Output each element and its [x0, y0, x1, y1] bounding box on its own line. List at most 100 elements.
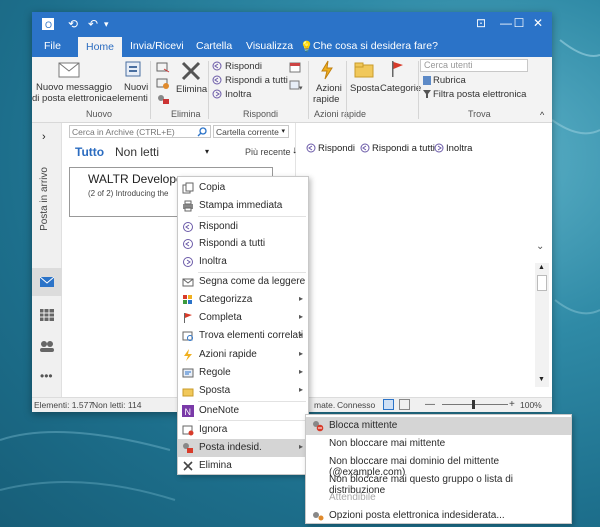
scroll-up-icon[interactable]: ▲	[538, 264, 545, 271]
sync-icon[interactable]: ⟲	[68, 17, 78, 31]
filter-all-tab[interactable]: Tutto	[75, 145, 104, 159]
new-email-icon	[58, 62, 80, 81]
menu-item-azioni-rapide[interactable]: Azioni rapide ▸	[178, 346, 308, 364]
forward-button[interactable]: Inoltra	[225, 89, 251, 100]
menu-item-ignora[interactable]: Ignora	[178, 421, 308, 439]
quick-steps-button[interactable]: Azioni	[316, 83, 342, 94]
tab-invia-ricevi[interactable]: Invia/Ricevi	[130, 40, 184, 52]
menu-item-copia[interactable]: Copia	[178, 179, 308, 197]
menu-item-completa[interactable]: Completa ▸	[178, 309, 308, 327]
forward-icon	[434, 143, 444, 153]
collapse-ribbon-icon[interactable]: ^	[540, 110, 544, 120]
folder-label-inbox[interactable]: Posta in arrivo	[39, 167, 50, 231]
search-box[interactable]	[69, 125, 211, 138]
menu-item-trova-correlati[interactable]: Trova elementi correlati ▸	[178, 327, 308, 345]
delete-button[interactable]: Elimina	[176, 84, 207, 95]
menu-item-regole[interactable]: Regole ▸	[178, 364, 308, 382]
ignore-icon[interactable]	[156, 61, 170, 76]
mail-nav-item[interactable]	[32, 268, 62, 296]
submenu-item-label: Attendibile	[329, 492, 376, 503]
submenu-item-label: Opzioni posta elettronica indesiderata..…	[329, 510, 505, 521]
reading-reply-button[interactable]: Rispondi	[318, 143, 355, 154]
filter-unread-tab[interactable]: Non letti	[115, 145, 159, 159]
submenu-item-blocca-mittente[interactable]: Blocca mittente	[306, 417, 571, 435]
scrollbar[interactable]: ▲ ▼	[535, 263, 549, 387]
junk-submenu: Blocca mittente Non bloccare mai mittent…	[305, 414, 572, 524]
menu-item-stampa[interactable]: Stampa immediata	[178, 197, 308, 215]
maximize-button[interactable]: ☐	[510, 16, 528, 30]
flag-icon	[182, 312, 194, 324]
menu-item-segna-da-leggere[interactable]: Segna come da leggere	[178, 273, 308, 291]
submenu-item-label: Non bloccare mai mittente	[329, 438, 446, 449]
expand-folder-pane-icon[interactable]: ›	[42, 131, 46, 143]
menu-item-rispondi-tutti[interactable]: Rispondi a tutti	[178, 235, 308, 253]
quick-steps-button-line2[interactable]: rapide	[313, 94, 339, 105]
new-items-icon	[124, 60, 142, 81]
zoom-out-icon[interactable]: —	[425, 399, 435, 410]
submenu-arrow-icon: ▸	[298, 367, 303, 376]
search-people-box[interactable]: Cerca utenti	[420, 59, 528, 72]
more-apps-icon[interactable]: •••	[40, 369, 53, 383]
reading-reply-all-button[interactable]: Rispondi a tutti	[372, 143, 435, 154]
menu-item-posta-indesiderata[interactable]: Posta indesid. ▸	[178, 439, 308, 457]
scrollbar-thumb[interactable]	[537, 275, 547, 291]
tab-cartella[interactable]: Cartella	[196, 40, 232, 52]
calendar-icon[interactable]	[40, 309, 54, 321]
menu-item-rispondi[interactable]: Rispondi	[178, 218, 308, 236]
search-icon[interactable]	[197, 127, 207, 137]
reply-button[interactable]: Rispondi	[225, 61, 262, 72]
connection-status: Connesso	[337, 400, 376, 410]
categories-button[interactable]: Categorie	[380, 83, 421, 94]
menu-item-inoltra[interactable]: Inoltra	[178, 253, 308, 271]
menu-item-categorizza[interactable]: Categorizza ▸	[178, 291, 308, 309]
new-items-button[interactable]: Nuovi	[124, 82, 148, 93]
new-email-button[interactable]: Nuovo messaggio	[36, 82, 112, 93]
new-items-button-line2[interactable]: elementi	[112, 93, 148, 104]
cleanup-icon[interactable]	[156, 77, 170, 92]
address-book-button[interactable]: Rubrica	[433, 75, 466, 86]
tab-visualizza[interactable]: Visualizza	[246, 40, 293, 52]
tell-me-box[interactable]: Che cosa si desidera fare?	[313, 40, 438, 52]
menu-item-elimina[interactable]: Elimina	[178, 457, 308, 475]
zoom-slider[interactable]	[442, 400, 508, 409]
zoom-slider-handle[interactable]	[472, 400, 475, 409]
menu-item-label: Completa	[199, 312, 242, 323]
qat-dropdown-icon[interactable]: ▾	[104, 19, 109, 30]
svg-text:O: O	[45, 20, 52, 30]
scroll-down-icon[interactable]: ▼	[538, 376, 545, 383]
menu-item-sposta[interactable]: Sposta ▸	[178, 382, 308, 400]
normal-view-icon[interactable]	[383, 399, 394, 410]
move-button[interactable]: Sposta	[350, 83, 380, 94]
reply-all-button[interactable]: Rispondi a tutti	[225, 75, 288, 86]
new-email-button-line2[interactable]: di posta elettronica	[32, 93, 112, 104]
menu-item-onenote[interactable]: N OneNote	[178, 402, 308, 420]
chevron-down-icon[interactable]: ⌄	[536, 241, 544, 252]
submenu-item-opzioni-junk[interactable]: Opzioni posta elettronica indesiderata..…	[306, 507, 571, 525]
submenu-item-non-bloccare-gruppo[interactable]: Non bloccare mai questo gruppo o lista d…	[306, 471, 571, 496]
submenu-item-non-bloccare-dominio[interactable]: Non bloccare mai dominio del mittente (@…	[306, 453, 571, 478]
group-separator	[346, 61, 347, 119]
submenu-item-non-bloccare-mittente[interactable]: Non bloccare mai mittente	[306, 435, 571, 453]
reply-all-icon	[182, 238, 194, 250]
reading-view-icon[interactable]	[399, 399, 410, 410]
junk-icon[interactable]	[156, 93, 170, 108]
filter-email-button[interactable]: Filtra posta elettronica	[433, 89, 526, 100]
filter-icon	[422, 89, 432, 102]
close-button[interactable]: ✕	[529, 16, 547, 30]
undo-icon[interactable]: ↶	[88, 17, 98, 31]
menu-separator	[198, 216, 306, 217]
meeting-icon[interactable]	[289, 61, 301, 76]
junk-options-icon	[312, 510, 324, 522]
reading-forward-button[interactable]: Inoltra	[446, 143, 472, 154]
search-input[interactable]	[72, 126, 192, 137]
onenote-icon: N	[182, 405, 194, 417]
filter-dropdown-icon[interactable]: ▾	[205, 147, 209, 156]
search-scope-dropdown[interactable]: Cartella corrente ▾	[213, 125, 289, 138]
sort-order[interactable]: Più recente	[245, 147, 291, 157]
tab-file[interactable]: File	[44, 40, 61, 52]
more-respond-icon[interactable]: ▾	[289, 79, 303, 94]
zoom-in-icon[interactable]: +	[509, 399, 515, 410]
ribbon-options-icon[interactable]: ⊡	[472, 16, 490, 30]
tab-home[interactable]: Home	[78, 37, 123, 57]
people-icon[interactable]	[39, 340, 55, 352]
